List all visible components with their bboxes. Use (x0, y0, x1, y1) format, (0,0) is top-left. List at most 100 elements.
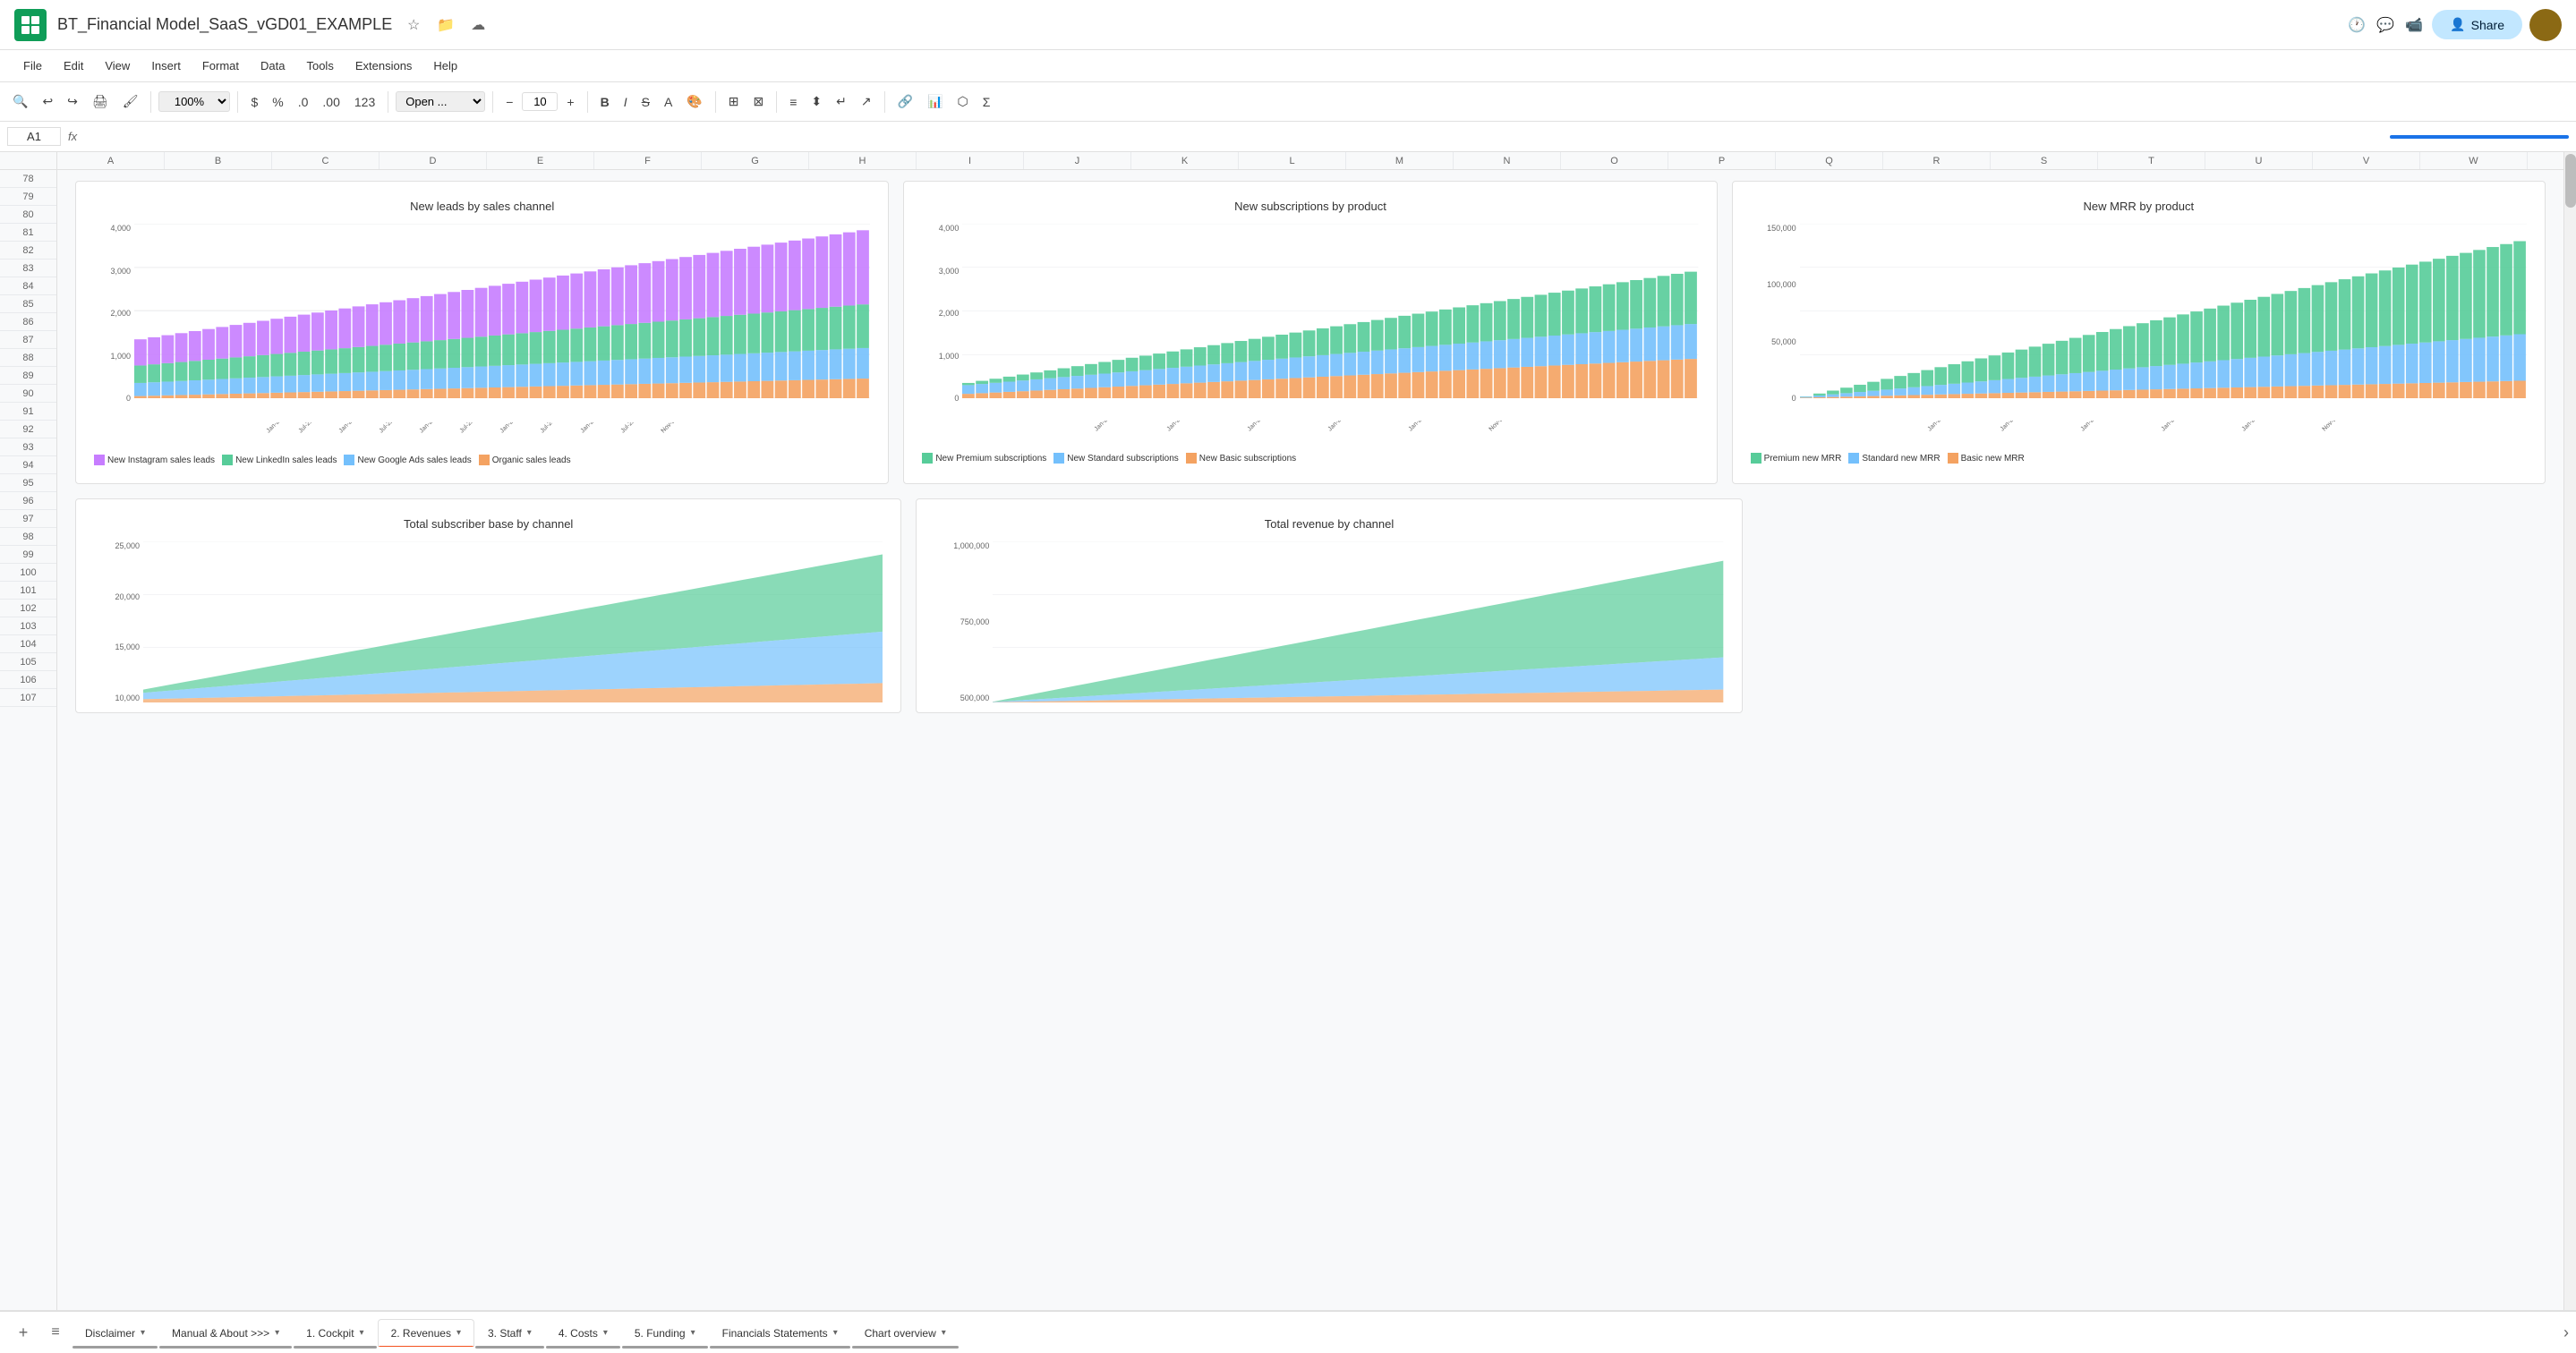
col-p[interactable]: P (1668, 152, 1776, 169)
svg-text:Jan-25: Jan-25 (2240, 421, 2258, 432)
strikethrough-button[interactable]: S (636, 91, 655, 113)
col-a[interactable]: A (57, 152, 165, 169)
scrollbar-v[interactable] (2563, 152, 2576, 1310)
col-d[interactable]: D (380, 152, 487, 169)
tab-staff-dropdown[interactable]: ▾ (527, 1328, 532, 1338)
font-size-input[interactable] (522, 92, 558, 111)
tab-funding-dropdown[interactable]: ▾ (691, 1328, 695, 1338)
percent-button[interactable]: % (267, 91, 288, 113)
tab-cockpit[interactable]: 1. Cockpit ▾ (293, 1319, 377, 1347)
legend-label-instagram: New Instagram sales leads (107, 455, 215, 465)
wrap-button[interactable]: ↵ (831, 90, 852, 113)
col-o[interactable]: O (1561, 152, 1668, 169)
col-t[interactable]: T (2098, 152, 2205, 169)
share-button[interactable]: 👤 Share (2432, 10, 2522, 39)
font-size-decrease[interactable]: − (500, 91, 518, 113)
menu-view[interactable]: View (96, 55, 139, 76)
star-icon[interactable]: ☆ (403, 14, 424, 36)
font-select[interactable]: Open ... (396, 91, 485, 112)
tab-disclaimer-dropdown[interactable]: ▾ (141, 1328, 145, 1338)
legend-instagram: New Instagram sales leads (94, 455, 215, 465)
redo-button[interactable]: ↪ (62, 90, 83, 113)
tab-financials-dropdown[interactable]: ▾ (833, 1328, 838, 1338)
menu-file[interactable]: File (14, 55, 51, 76)
currency-button[interactable]: $ (245, 91, 263, 113)
col-k[interactable]: K (1131, 152, 1239, 169)
col-f[interactable]: F (594, 152, 702, 169)
zoom-select[interactable]: 100% (158, 91, 230, 112)
filter-button[interactable]: ⬡ (951, 90, 973, 113)
highlight-color-button[interactable]: 🎨 (681, 90, 707, 113)
col-e[interactable]: E (487, 152, 594, 169)
text-color-button[interactable]: A (659, 91, 678, 113)
menu-insert[interactable]: Insert (142, 55, 190, 76)
col-b[interactable]: B (165, 152, 272, 169)
add-sheet-button[interactable]: + (7, 1316, 39, 1349)
video-icon[interactable]: 📹 (2403, 14, 2425, 36)
paint-format-button[interactable]: 🖌 (117, 90, 144, 113)
format-123-button[interactable]: 123 (349, 91, 380, 113)
col-h[interactable]: H (809, 152, 917, 169)
tab-cockpit-dropdown[interactable]: ▾ (360, 1328, 364, 1338)
menu-extensions[interactable]: Extensions (346, 55, 422, 76)
sheet-menu-button[interactable]: ≡ (39, 1316, 72, 1349)
col-m[interactable]: M (1346, 152, 1454, 169)
col-s[interactable]: S (1991, 152, 2098, 169)
rotate-button[interactable]: ↗ (856, 90, 877, 113)
col-r[interactable]: R (1883, 152, 1991, 169)
decimal-dec-button[interactable]: .0 (293, 91, 314, 113)
cell-reference[interactable] (7, 127, 61, 146)
italic-button[interactable]: I (618, 91, 633, 113)
chart-mrr-area: 150,000 100,000 50,000 0 (1751, 224, 2527, 421)
bold-button[interactable]: B (595, 91, 615, 113)
tab-funding[interactable]: 5. Funding ▾ (621, 1319, 709, 1347)
col-q[interactable]: Q (1776, 152, 1883, 169)
tab-manual-dropdown[interactable]: ▾ (275, 1328, 279, 1338)
divider-2 (237, 91, 238, 113)
folder-icon[interactable]: 📁 (435, 14, 456, 36)
font-size-increase[interactable]: + (561, 91, 579, 113)
decimal-inc-button[interactable]: .00 (317, 91, 345, 113)
merge-button[interactable]: ⊠ (747, 90, 769, 113)
history-icon[interactable]: 🕐 (2346, 14, 2367, 36)
tab-staff[interactable]: 3. Staff ▾ (474, 1319, 545, 1347)
menu-data[interactable]: Data (252, 55, 294, 76)
cloud-icon[interactable]: ☁ (467, 14, 489, 36)
comment-icon[interactable]: 💬 (2375, 14, 2396, 36)
col-v[interactable]: V (2313, 152, 2420, 169)
tab-chart-overview-dropdown[interactable]: ▾ (942, 1328, 946, 1338)
tab-costs-dropdown[interactable]: ▾ (603, 1328, 608, 1338)
tab-disclaimer[interactable]: Disclaimer ▾ (72, 1319, 158, 1347)
link-button[interactable]: 🔗 (892, 90, 918, 113)
svg-text:Jul-22: Jul-22 (379, 422, 396, 434)
borders-button[interactable]: ⊞ (723, 90, 745, 113)
collapse-sheets-button[interactable]: › (2563, 1323, 2569, 1342)
tab-costs[interactable]: 4. Costs ▾ (545, 1319, 621, 1347)
col-c[interactable]: C (272, 152, 380, 169)
tab-revenues[interactable]: 2. Revenues ▾ (378, 1319, 474, 1347)
print-button[interactable]: 🖨 (87, 90, 114, 113)
menu-tools[interactable]: Tools (297, 55, 342, 76)
undo-button[interactable]: ↩ (37, 90, 58, 113)
col-g[interactable]: G (702, 152, 809, 169)
menu-help[interactable]: Help (424, 55, 466, 76)
col-n[interactable]: N (1454, 152, 1561, 169)
tab-manual[interactable]: Manual & About >>> ▾ (158, 1319, 293, 1347)
menu-format[interactable]: Format (193, 55, 248, 76)
col-u[interactable]: U (2205, 152, 2313, 169)
valign-button[interactable]: ⬍ (806, 90, 827, 113)
col-w[interactable]: W (2420, 152, 2528, 169)
col-l[interactable]: L (1239, 152, 1346, 169)
align-button[interactable]: ≡ (784, 91, 802, 113)
scrollbar-thumb[interactable] (2565, 154, 2576, 208)
formula-button[interactable]: Σ (977, 91, 996, 113)
formula-input[interactable] (84, 130, 2383, 143)
chart-button[interactable]: 📊 (922, 90, 948, 113)
tab-chart-overview[interactable]: Chart overview ▾ (851, 1319, 960, 1347)
col-j[interactable]: J (1024, 152, 1131, 169)
menu-edit[interactable]: Edit (55, 55, 92, 76)
search-button[interactable]: 🔍 (7, 90, 33, 113)
col-i[interactable]: I (917, 152, 1024, 169)
tab-financials[interactable]: Financials Statements ▾ (709, 1319, 851, 1347)
tab-revenues-dropdown[interactable]: ▾ (456, 1328, 461, 1338)
